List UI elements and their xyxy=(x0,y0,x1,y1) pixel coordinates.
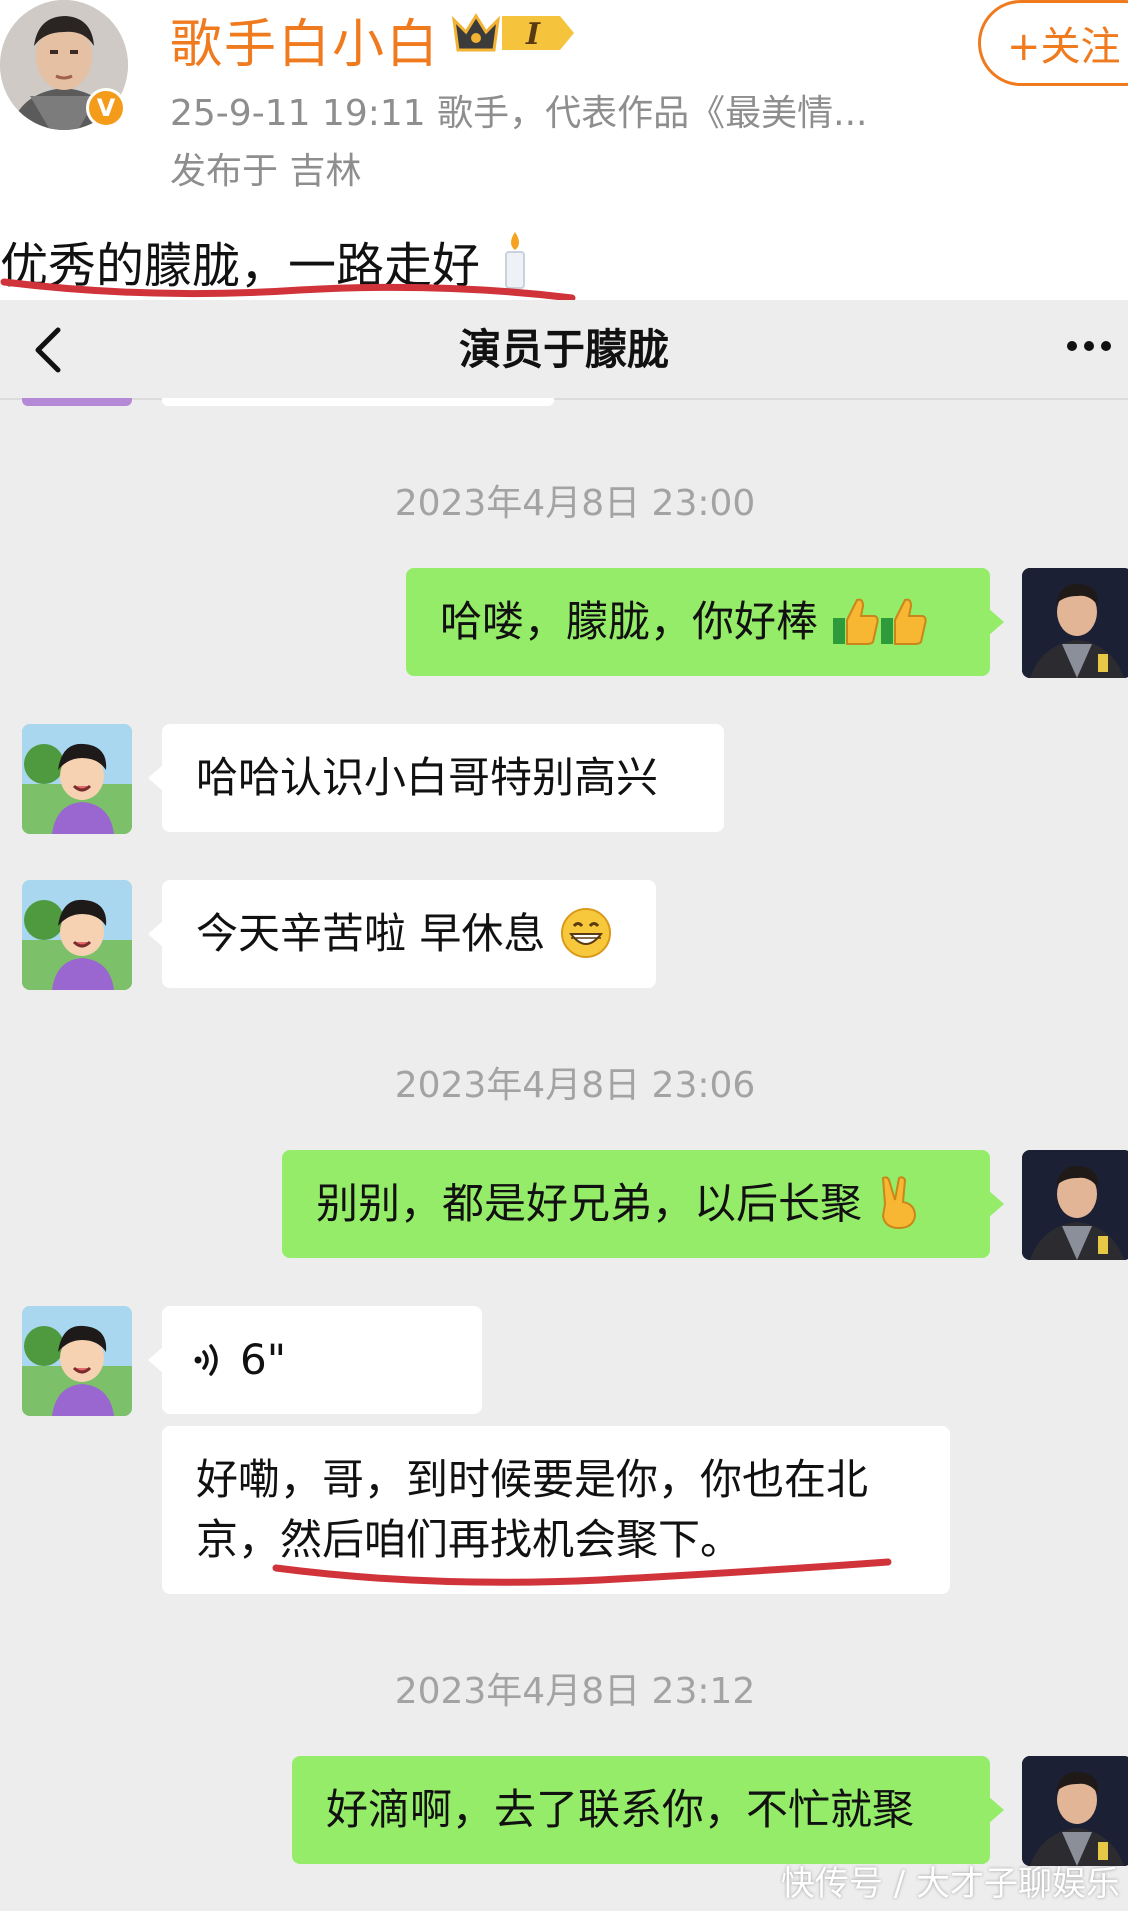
chat-timestamp: 2023年4月8日 23:06 xyxy=(394,1065,756,1106)
contact-avatar[interactable] xyxy=(22,880,132,990)
verified-badge: V xyxy=(86,88,126,128)
message-text: 今天辛苦啦 早休息 xyxy=(196,909,546,958)
contact-avatar[interactable] xyxy=(22,724,132,834)
my-avatar[interactable] xyxy=(1022,568,1128,678)
red-underline-mark xyxy=(272,1558,892,1586)
message-text: 哈喽，朦胧，你好棒 xyxy=(440,597,819,646)
message-bubble-sent[interactable]: 好滴啊，去了联系你，不忙就聚 xyxy=(292,1756,1004,1864)
voice-wave-icon xyxy=(194,1344,218,1376)
chat-timestamp: 2023年4月8日 23:12 xyxy=(394,1671,756,1712)
post-meta: 25-9-11 19:11 歌手，代表作品《最美情... xyxy=(170,93,868,134)
author-name[interactable]: 歌手白小白 xyxy=(170,2,440,77)
message-text: 好滴啊，去了联系你，不忙就聚 xyxy=(326,1785,915,1834)
victory-hand-icon xyxy=(882,1176,917,1230)
message-bubble-sent[interactable]: 别别，都是好兄弟，以后长聚 xyxy=(282,1150,1004,1258)
message-text: 别别，都是好兄弟，以后长聚 xyxy=(316,1179,863,1228)
message-bubble-received[interactable]: 哈哈认识小白哥特别高兴 xyxy=(148,724,724,832)
message-text: 哈哈认识小白哥特别高兴 xyxy=(196,753,659,802)
my-avatar[interactable] xyxy=(1022,1150,1128,1260)
follow-button[interactable]: +关注 xyxy=(978,0,1128,86)
contact-avatar[interactable] xyxy=(22,1306,132,1416)
chat-title: 演员于朦胧 xyxy=(458,325,669,374)
crown-rank-badge-icon: I xyxy=(451,13,574,52)
grin-icon xyxy=(560,908,611,958)
watermark: 快传号 / 大才子聊娱乐 xyxy=(780,1864,1120,1904)
message-bubble-received[interactable]: 今天辛苦啦 早休息 xyxy=(148,880,656,988)
voice-duration: 6" xyxy=(240,1335,287,1384)
chat-nav-bar: 演员于朦胧 xyxy=(0,300,1128,400)
my-avatar[interactable] xyxy=(1022,1756,1128,1866)
previous-bubble-fragment xyxy=(162,398,554,406)
chat-timestamp: 2023年4月8日 23:00 xyxy=(394,483,756,524)
thumbs-up-icon xyxy=(833,598,928,645)
message-bubble-sent[interactable]: 哈喽，朦胧，你好棒 xyxy=(406,568,1004,676)
more-options-icon[interactable] xyxy=(1064,338,1114,354)
rank-badge-label: I xyxy=(525,17,541,52)
chat-screen: 演员于朦胧 2023年4月8日 23:00 哈喽，朦胧，你好棒 哈哈认识小白哥特… xyxy=(0,300,1128,1911)
voice-message-bubble[interactable]: 6" xyxy=(148,1306,482,1414)
post-location: 发布于 吉林 xyxy=(170,151,362,192)
previous-avatar-fragment xyxy=(22,398,132,406)
weibo-post-header: V 歌手白小白 I +关注 25-9-11 19:11 歌手，代表作品《最美情.… xyxy=(0,0,1128,302)
